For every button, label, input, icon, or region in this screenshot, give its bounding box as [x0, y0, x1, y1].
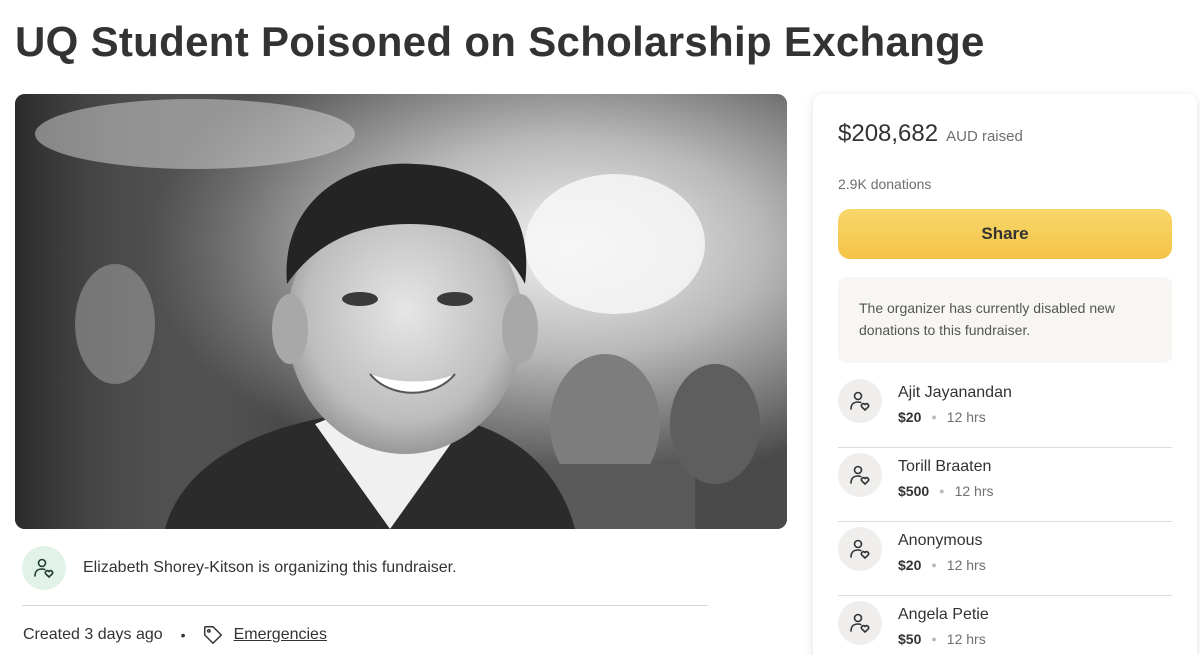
donor-details: $50 ● 12 hrs	[898, 631, 986, 647]
donor-item: Torill Braaten $500 ● 12 hrs	[838, 448, 1172, 522]
amount-raised: $208,682 AUD raised	[838, 120, 1023, 148]
person-heart-icon	[22, 546, 66, 590]
category-link[interactable]: Emergencies	[234, 626, 327, 644]
donor-heart-icon	[838, 453, 882, 497]
bullet-separator: ●	[931, 634, 937, 644]
bullet-separator: ●	[931, 560, 937, 570]
donor-heart-icon	[838, 379, 882, 423]
tag-icon	[202, 624, 224, 646]
fundraiser-page: UQ Student Poisoned on Scholarship Excha…	[0, 0, 1200, 655]
donor-time: 12 hrs	[946, 409, 986, 425]
raised-amount: $208,682	[838, 120, 939, 147]
created-date: Created 3 days ago	[23, 626, 163, 643]
donor-name: Torill Braaten	[898, 458, 992, 475]
bullet-separator: ●	[939, 486, 945, 496]
donor-time: 12 hrs	[946, 557, 986, 573]
donor-details: $500 ● 12 hrs	[898, 483, 994, 499]
donor-list: Ajit Jayanandan $20 ● 12 hrs Torill Braa…	[838, 374, 1172, 655]
donor-heart-icon	[838, 527, 882, 571]
donor-item: Angela Petie $50 ● 12 hrs	[838, 596, 1172, 655]
donor-amount: $20	[898, 557, 922, 573]
share-button[interactable]: Share	[838, 209, 1172, 259]
organizer-row: Elizabeth Shorey-Kitson is organizing th…	[22, 546, 457, 590]
raised-suffix: AUD raised	[946, 128, 1023, 145]
donor-amount: $500	[898, 483, 930, 499]
donor-amount: $20	[898, 409, 922, 425]
donor-time: 12 hrs	[946, 631, 986, 647]
donor-item: Anonymous $20 ● 12 hrs	[838, 522, 1172, 596]
meta-separator: •	[180, 627, 186, 643]
portrait-photo	[15, 94, 787, 529]
donation-card: $208,682 AUD raised 2.9K donations Share…	[813, 94, 1197, 655]
donor-heart-icon	[838, 601, 882, 645]
donations-disabled-notice: The organizer has currently disabled new…	[838, 277, 1172, 363]
donor-item: Ajit Jayanandan $20 ● 12 hrs	[838, 374, 1172, 448]
donor-details: $20 ● 12 hrs	[898, 557, 986, 573]
donor-name: Ajit Jayanandan	[898, 384, 1012, 401]
donor-time: 12 hrs	[954, 483, 994, 499]
donor-name: Anonymous	[898, 532, 983, 549]
divider	[22, 605, 708, 606]
hero-photo	[15, 94, 787, 529]
donor-amount: $50	[898, 631, 922, 647]
donor-details: $20 ● 12 hrs	[898, 409, 986, 425]
organizer-text: Elizabeth Shorey-Kitson is organizing th…	[83, 559, 457, 576]
fundraiser-meta: Created 3 days ago • Emergencies	[23, 624, 327, 646]
bullet-separator: ●	[931, 412, 937, 422]
donor-name: Angela Petie	[898, 606, 989, 623]
donation-count: 2.9K donations	[838, 176, 932, 192]
page-title: UQ Student Poisoned on Scholarship Excha…	[15, 18, 985, 65]
